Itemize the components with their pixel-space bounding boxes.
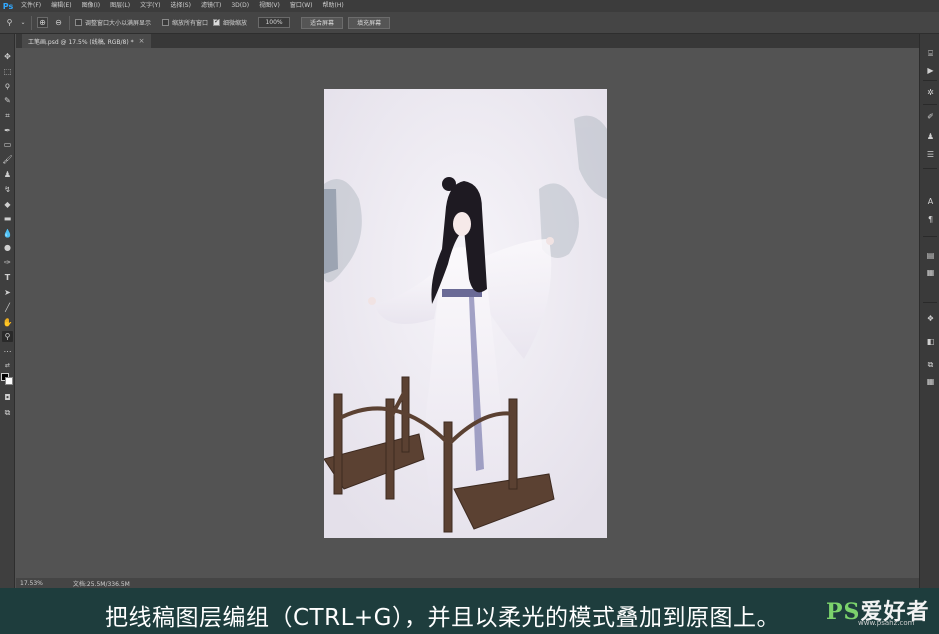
blur-tool-icon[interactable]: 💧 — [2, 228, 13, 239]
crop-tool-icon[interactable]: ⌗ — [2, 110, 13, 121]
gradient-tool-icon[interactable]: ▬ — [2, 213, 13, 224]
hand-tool-icon[interactable]: ✋ — [2, 317, 13, 328]
canvas-area[interactable] — [16, 48, 911, 578]
divider — [69, 15, 70, 30]
options-bar: ⚲ ⌄ ⊕ ⊖ 调整窗口大小以满屏显示 缩放所有窗口 细微缩放 100% 适合屏… — [0, 12, 939, 34]
document-size: 文档:25.5M/336.5M — [72, 580, 130, 588]
divider — [923, 236, 937, 237]
brush-settings-icon[interactable]: ✐ — [925, 111, 936, 122]
line-tool-icon[interactable]: ╱ — [2, 302, 13, 313]
menu-image[interactable]: 图像(I) — [77, 0, 105, 12]
checkbox-label: 细微缩放 — [223, 20, 248, 27]
clone-stamp-tool-icon[interactable]: ♟ — [2, 169, 13, 180]
zoom-tool-preset-icon[interactable]: ⚲ — [4, 17, 15, 28]
watermark-ps: PS — [826, 599, 861, 625]
eyedropper-tool-icon[interactable]: ✒ — [2, 125, 13, 136]
caption-text: 把线稿图层编组（CTRL+G），并且以柔光的模式叠加到原图上。 — [105, 605, 780, 631]
status-bar: 17.53% 文档:25.5M/336.5M — [16, 578, 919, 588]
checkbox-box[interactable] — [75, 19, 82, 26]
divider — [31, 15, 32, 30]
chevron-down-icon[interactable]: ⌄ — [20, 17, 26, 28]
move-tool-icon[interactable]: ✥ — [2, 51, 13, 62]
layers-toggle-icon[interactable]: ◧ — [925, 336, 936, 347]
document-tab-strip: 工笔画.psd @ 17.5% (线稿, RGB/8) * × — [16, 34, 919, 48]
play-action-icon[interactable]: ▶ — [925, 65, 936, 76]
history-brush-tool-icon[interactable]: ↯ — [2, 184, 13, 195]
fit-screen-button[interactable]: 适合屏幕 — [301, 16, 344, 29]
background-color-swatch[interactable] — [5, 377, 13, 385]
adjustments-icon[interactable]: ✲ — [925, 87, 936, 98]
styles-icon[interactable]: ❖ — [925, 313, 936, 324]
menu-filter[interactable]: 滤镜(T) — [196, 0, 226, 12]
properties-icon[interactable]: ☰ — [925, 149, 936, 160]
checkbox-label: 调整窗口大小以满屏显示 — [85, 20, 152, 27]
menu-bar: Ps 文件(F) 编辑(E) 图像(I) 图层(L) 文字(Y) 选择(S) 滤… — [0, 0, 939, 12]
menu-3d[interactable]: 3D(D) — [226, 0, 254, 12]
document-tab-label: 工笔画.psd @ 17.5% (线稿, RGB/8) * — [28, 38, 134, 46]
menu-window[interactable]: 窗口(W) — [285, 0, 318, 12]
type-tool-icon[interactable]: T — [2, 272, 13, 283]
channels-icon[interactable]: ▦ — [925, 376, 936, 387]
marquee-tool-icon[interactable]: ⬚ — [2, 66, 13, 77]
menu-select[interactable]: 选择(S) — [165, 0, 196, 12]
character-icon[interactable]: A — [925, 196, 936, 207]
divider — [923, 168, 937, 169]
close-icon[interactable]: × — [139, 37, 145, 45]
zoom-tool-icon[interactable]: ⚲ — [2, 331, 13, 342]
resize-windows-checkbox[interactable]: 调整窗口大小以满屏显示 — [75, 18, 151, 27]
caption-band: 把线稿图层编组（CTRL+G），并且以柔光的模式叠加到原图上。 — [0, 588, 939, 634]
document-tab[interactable]: 工笔画.psd @ 17.5% (线稿, RGB/8) * × — [22, 34, 151, 48]
menu-type[interactable]: 文字(Y) — [135, 0, 165, 12]
menu-view[interactable]: 视图(V) — [254, 0, 285, 12]
divider — [923, 104, 937, 105]
scrubby-zoom-checkbox[interactable]: 细微缩放 — [213, 17, 248, 27]
quick-select-tool-icon[interactable]: ✎ — [2, 95, 13, 106]
pen-tool-icon[interactable]: ✑ — [2, 257, 13, 268]
checkbox-box-checked[interactable] — [213, 17, 221, 26]
menu-help[interactable]: 帮助(H) — [318, 0, 349, 12]
lasso-tool-icon[interactable]: ϙ — [2, 80, 13, 91]
history-icon[interactable]: ⌸ — [925, 48, 936, 59]
checkbox-box[interactable] — [162, 19, 170, 26]
path-select-tool-icon[interactable]: ➤ — [2, 287, 13, 298]
divider — [923, 302, 937, 303]
screen-mode-icon[interactable]: ⧉ — [2, 407, 13, 418]
swatches-icon[interactable]: ▦ — [925, 267, 936, 278]
artwork-image — [324, 89, 607, 538]
libraries-icon[interactable]: ▤ — [925, 250, 936, 261]
quick-mask-icon[interactable]: ◘ — [2, 392, 13, 403]
fill-screen-button[interactable]: 填充屏幕 — [348, 16, 391, 29]
swap-colors-icon[interactable]: ⇄ — [2, 360, 13, 371]
tools-panel: ✥ ⬚ ϙ ✎ ⌗ ✒ ▭ 🖌 ♟ ↯ ◆ ▬ 💧 ● ✑ T ➤ ╱ ✋ ⚲ … — [0, 34, 15, 594]
healing-brush-tool-icon[interactable]: ▭ — [2, 139, 13, 150]
zoom-percent-field[interactable]: 100% — [258, 17, 291, 28]
photoshop-logo: Ps — [2, 1, 14, 11]
menu-edit[interactable]: 编辑(E) — [46, 0, 76, 12]
clone-source-icon[interactable]: ♟ — [925, 131, 936, 142]
site-watermark-url: www.psahz.com — [858, 619, 915, 627]
layers-icon[interactable]: ⧉ — [925, 359, 936, 370]
more-tools-icon[interactable]: ⋯ — [2, 346, 13, 357]
checkbox-label: 缩放所有窗口 — [172, 20, 209, 27]
menu-file[interactable]: 文件(F) — [16, 0, 46, 12]
document-canvas[interactable] — [324, 89, 607, 538]
brush-tool-icon[interactable]: 🖌 — [2, 154, 13, 165]
zoom-all-windows-checkbox[interactable]: 缩放所有窗口 — [162, 18, 208, 27]
paragraph-icon[interactable]: ¶ — [925, 214, 936, 225]
eraser-tool-icon[interactable]: ◆ — [2, 199, 13, 210]
zoom-in-icon[interactable]: ⊕ — [37, 17, 48, 28]
divider — [923, 80, 937, 81]
zoom-out-icon[interactable]: ⊖ — [53, 17, 64, 28]
dodge-tool-icon[interactable]: ● — [2, 242, 13, 253]
right-panel-dock: ⌸ ▶ ✲ ✐ ♟ ☰ A ¶ ▤ ▦ ❖ ◧ ⧉ ▦ — [919, 34, 939, 594]
menu-layer[interactable]: 图层(L) — [105, 0, 135, 12]
zoom-level[interactable]: 17.53% — [20, 580, 43, 587]
